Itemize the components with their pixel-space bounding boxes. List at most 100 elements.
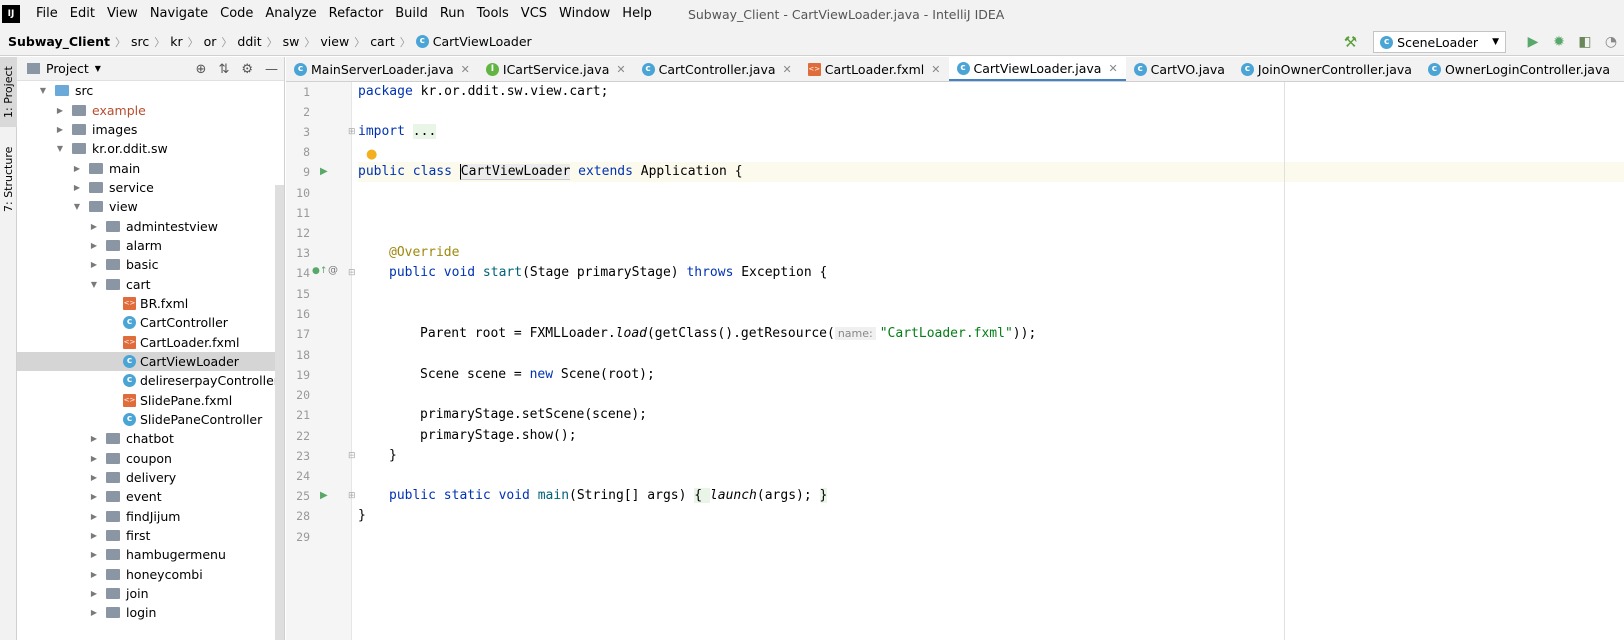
build-hammer-icon[interactable]: ⚒ [1344,33,1357,51]
project-tool-tab[interactable]: 1: Project [0,57,17,127]
close-tab-icon[interactable]: ✕ [931,63,940,76]
structure-tool-tab[interactable]: 7: Structure [0,139,17,219]
collapsed-arrow-icon[interactable]: ▶ [88,492,100,501]
collapsed-arrow-icon[interactable]: ▶ [88,222,100,231]
tree-item[interactable]: ▼ cart [17,274,284,293]
tree-item[interactable]: ▶ join [17,584,284,603]
override-method-icon[interactable]: ●↑ [312,266,327,276]
menu-refactor[interactable]: Refactor [323,0,390,28]
tree-item[interactable]: ▼ src [17,81,284,100]
run-gutter-icon[interactable]: ▶ [320,490,328,501]
tree-item[interactable]: <> CartLoader.fxml [17,332,284,351]
tree-item[interactable]: ▶ event [17,487,284,506]
menu-file[interactable]: File [30,0,64,28]
project-panel-title[interactable]: Project [46,61,89,76]
editor-tab[interactable]: c JoinOwnerController.java [1233,57,1420,81]
collapsed-arrow-icon[interactable]: ▶ [88,512,100,521]
breadcrumb-ddit[interactable]: ddit [233,34,265,49]
breadcrumb-file[interactable]: c CartViewLoader [412,34,536,49]
debug-bug-icon[interactable]: ✹ [1546,34,1572,50]
collapsed-arrow-icon[interactable]: ▶ [88,589,100,598]
tree-item[interactable]: c SlidePaneController [17,410,284,429]
collapsed-arrow-icon[interactable]: ▶ [54,125,66,134]
tree-item[interactable]: ▶ first [17,526,284,545]
menu-edit[interactable]: Edit [64,0,101,28]
tree-item[interactable]: c delireserpayController [17,371,284,390]
tree-item[interactable]: <> BR.fxml [17,294,284,313]
menu-tools[interactable]: Tools [471,0,515,28]
breadcrumb-src[interactable]: src [127,34,153,49]
collapsed-arrow-icon[interactable]: ▶ [88,241,100,250]
menu-build[interactable]: Build [389,0,434,28]
tree-item[interactable]: ▶ hambugermenu [17,545,284,564]
breadcrumb-kr[interactable]: kr [166,34,186,49]
tree-item[interactable]: ▶ main [17,158,284,177]
folded-brace[interactable]: { [694,488,710,503]
tree-item[interactable]: ▼ view [17,197,284,216]
coverage-icon[interactable]: ◧ [1572,34,1598,50]
tree-item[interactable]: ▶ basic [17,255,284,274]
editor-tab[interactable]: c CartController.java ✕ [634,57,800,81]
tree-item[interactable]: c CartController [17,313,284,332]
editor-tab[interactable]: c MainServerLoader.java ✕ [286,57,478,81]
expanded-arrow-icon[interactable]: ▼ [54,144,66,153]
tree-item[interactable]: ▶ login [17,603,284,622]
tree-item[interactable]: c CartViewLoader [17,351,284,372]
editor-tab[interactable]: c CartViewLoader.java ✕ [948,57,1126,81]
fold-toggle-icon[interactable]: ⊟ [348,451,356,461]
profiler-icon[interactable]: ◔ [1598,34,1624,50]
tree-item[interactable]: ▶ coupon [17,449,284,468]
collapse-all-icon[interactable]: ⇅ [218,62,229,77]
editor-tab[interactable]: cViewOwner [1618,57,1624,81]
editor-tab[interactable]: c CartVO.java [1126,57,1233,81]
tree-item[interactable]: <> SlidePane.fxml [17,391,284,410]
menu-window[interactable]: Window [553,0,616,28]
code-editor[interactable]: package kr.or.ddit.sw.view.cart; import … [358,82,1624,640]
run-gutter-icon[interactable]: ▶ [320,166,328,177]
collapsed-arrow-icon[interactable]: ▶ [88,550,100,559]
editor-tab[interactable]: <> CartLoader.fxml ✕ [800,57,949,81]
tree-item[interactable]: ▶ service [17,178,284,197]
expanded-arrow-icon[interactable]: ▼ [88,280,100,289]
fold-toggle-icon[interactable]: ⊞ [348,491,356,501]
project-tree-scrollbar[interactable] [275,185,284,640]
collapsed-arrow-icon[interactable]: ▶ [88,434,100,443]
tree-item[interactable]: ▶ admintestview [17,216,284,235]
collapsed-arrow-icon[interactable]: ▶ [88,454,100,463]
breadcrumb-project[interactable]: Subway_Client [0,34,114,49]
editor-tab[interactable]: I ICartService.java ✕ [478,57,634,81]
collapsed-arrow-icon[interactable]: ▶ [88,608,100,617]
tree-item[interactable]: ▶ alarm [17,236,284,255]
close-tab-icon[interactable]: ✕ [616,63,625,76]
folded-imports[interactable]: ... [412,124,437,139]
collapsed-arrow-icon[interactable]: ▶ [88,260,100,269]
tree-item[interactable]: ▶ chatbot [17,429,284,448]
tree-item[interactable]: ▼ kr.or.ddit.sw [17,139,284,158]
tree-item[interactable]: ▶ honeycombi [17,565,284,584]
fold-toggle-icon[interactable]: ⊟ [348,268,356,278]
editor-tab[interactable]: c OwnerLoginController.java [1420,57,1618,81]
tree-item[interactable]: ▶ example [17,100,284,119]
menu-view[interactable]: View [101,0,144,28]
annotation-at-icon[interactable]: @ [328,265,338,276]
menu-help[interactable]: Help [616,0,658,28]
collapsed-arrow-icon[interactable]: ▶ [71,164,83,173]
menu-navigate[interactable]: Navigate [144,0,214,28]
tree-item[interactable]: ▶ images [17,120,284,139]
tree-item[interactable]: ▶ findJijum [17,507,284,526]
minimize-icon[interactable]: — [265,62,278,77]
fold-toggle-icon[interactable]: ⊞ [348,127,356,137]
close-tab-icon[interactable]: ✕ [783,63,792,76]
collapsed-arrow-icon[interactable]: ▶ [71,183,83,192]
run-configuration-select[interactable]: c SceneLoader ▼ [1373,31,1506,53]
expanded-arrow-icon[interactable]: ▼ [71,202,83,211]
locate-target-icon[interactable]: ⊕ [196,62,207,77]
collapsed-arrow-icon[interactable]: ▶ [88,473,100,482]
folded-brace[interactable]: } [819,488,828,503]
breadcrumb-sw[interactable]: sw [279,34,304,49]
close-tab-icon[interactable]: ✕ [1108,62,1117,75]
collapsed-arrow-icon[interactable]: ▶ [88,531,100,540]
breadcrumb-cart[interactable]: cart [366,34,399,49]
collapsed-arrow-icon[interactable]: ▶ [88,570,100,579]
caret-down-icon[interactable]: ▼ [95,64,101,73]
